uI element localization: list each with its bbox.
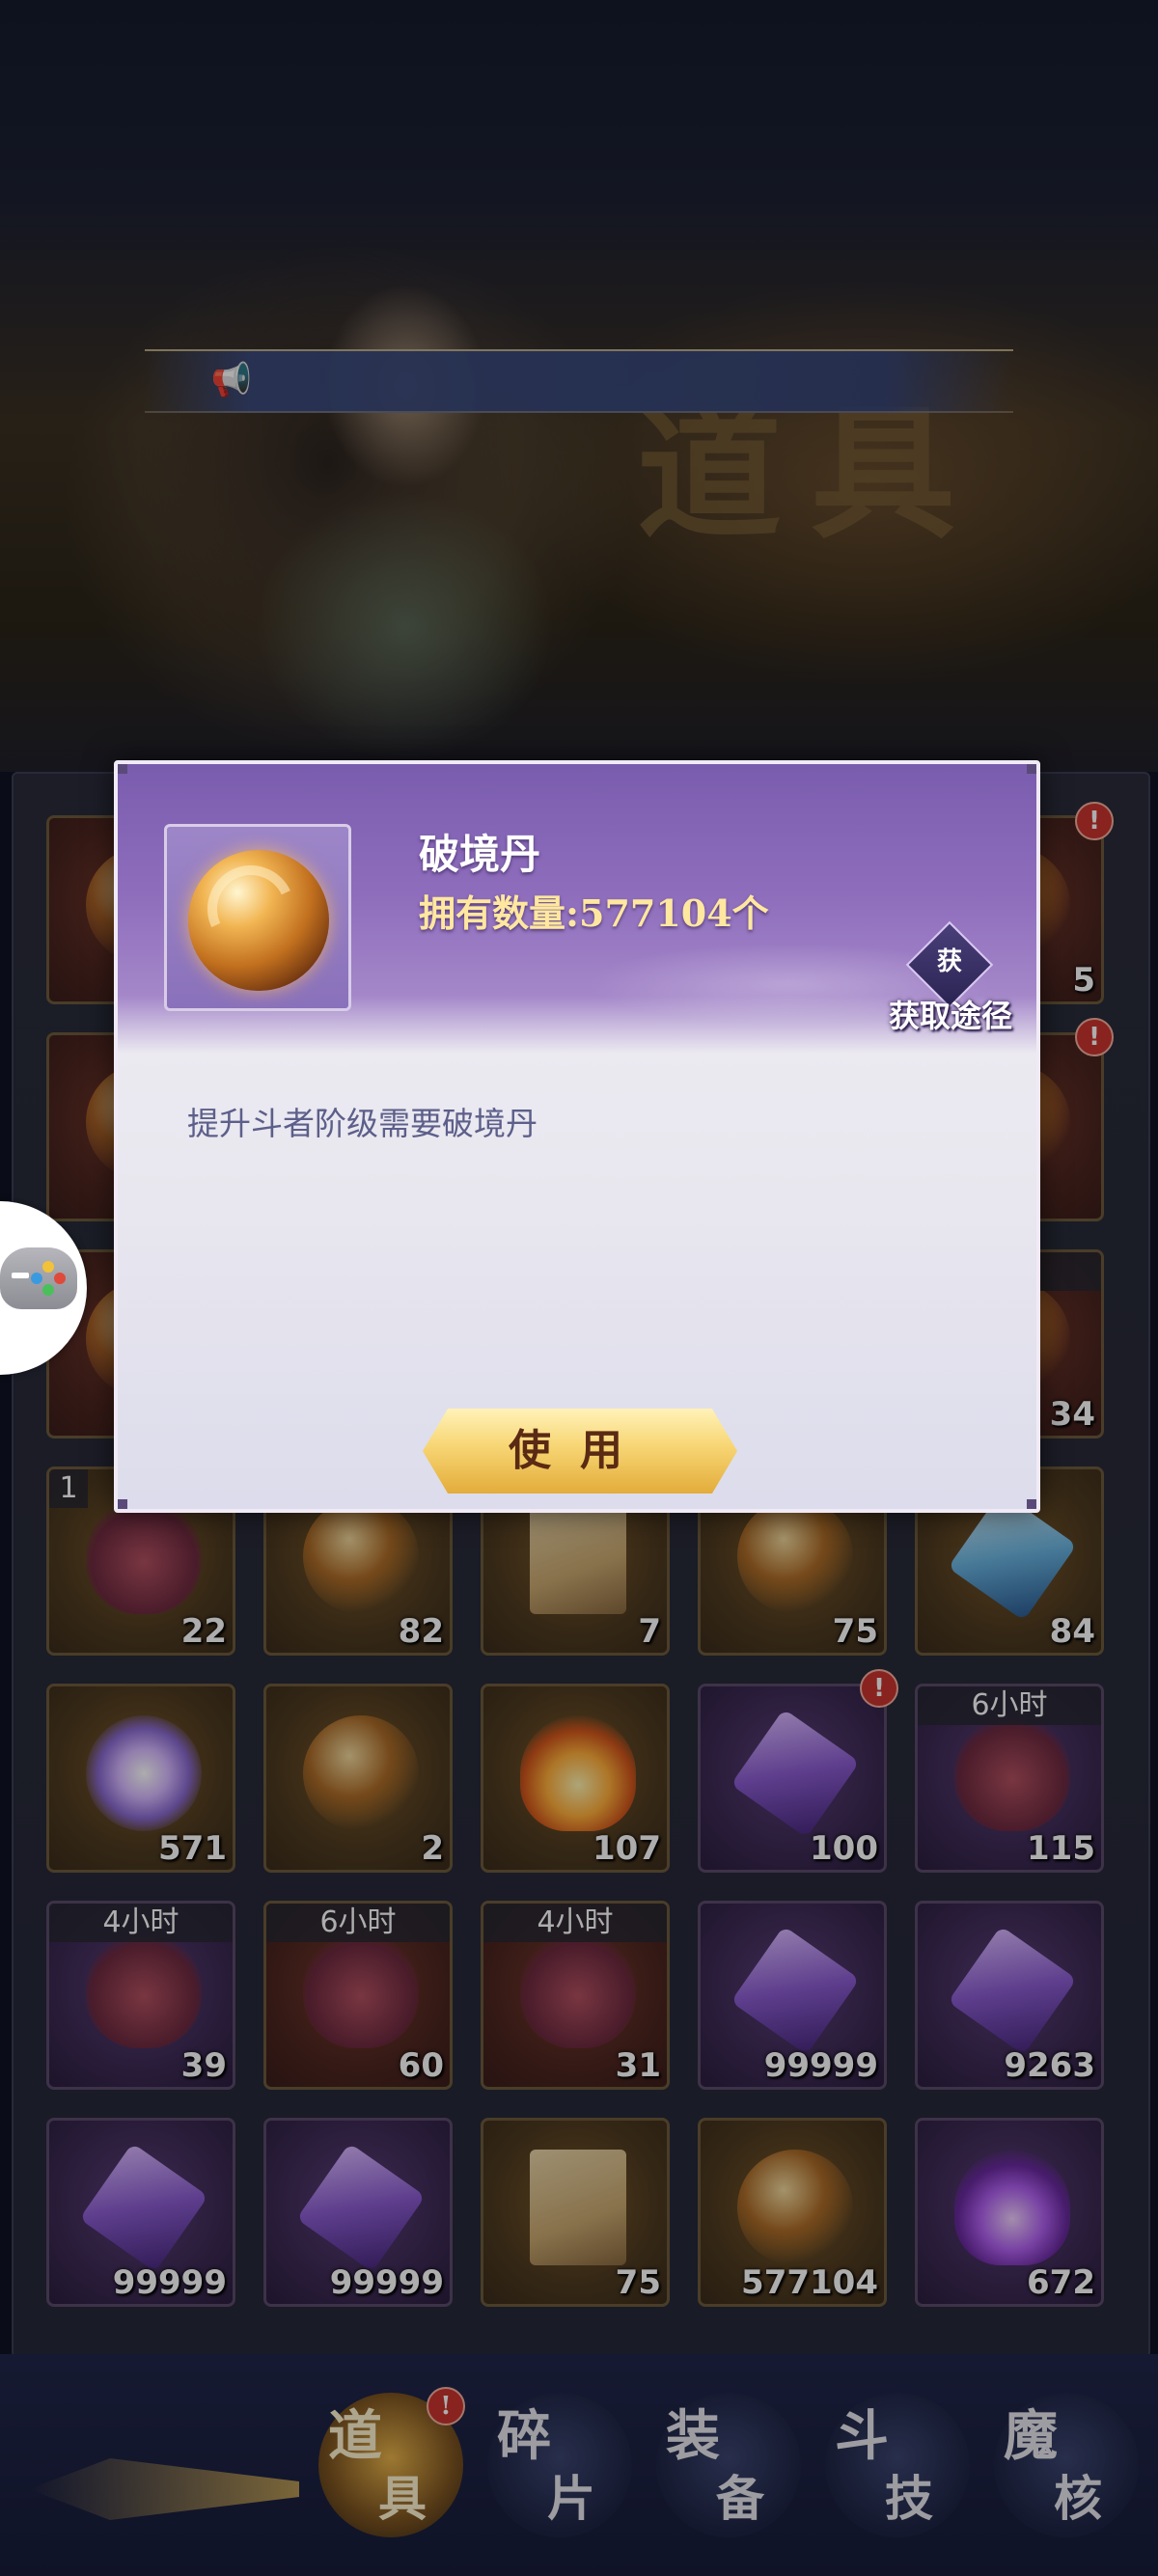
corner-decoration xyxy=(118,764,127,774)
item-detail-dialog: 破境丹 拥有数量:577104个 获 获取途径 提升斗者阶级需要破境丹 使用 xyxy=(114,760,1040,1513)
item-name: 破境丹 xyxy=(419,831,541,878)
source-label: 获取途径 xyxy=(888,998,1012,1034)
item-description: 提升斗者阶级需要破境丹 xyxy=(187,1105,538,1142)
use-button[interactable]: 使用 xyxy=(423,1409,737,1494)
item-icon-frame xyxy=(164,824,351,1011)
corner-decoration xyxy=(118,1499,127,1509)
gamepad-icon xyxy=(0,1247,77,1309)
corner-decoration xyxy=(1027,1499,1036,1509)
source-badge-text: 获 xyxy=(936,947,962,976)
acquire-source-button[interactable]: 获 获取途径 xyxy=(861,920,1034,1044)
corner-decoration xyxy=(1027,764,1036,774)
item-owned-count: 拥有数量:577104个 xyxy=(419,891,769,935)
